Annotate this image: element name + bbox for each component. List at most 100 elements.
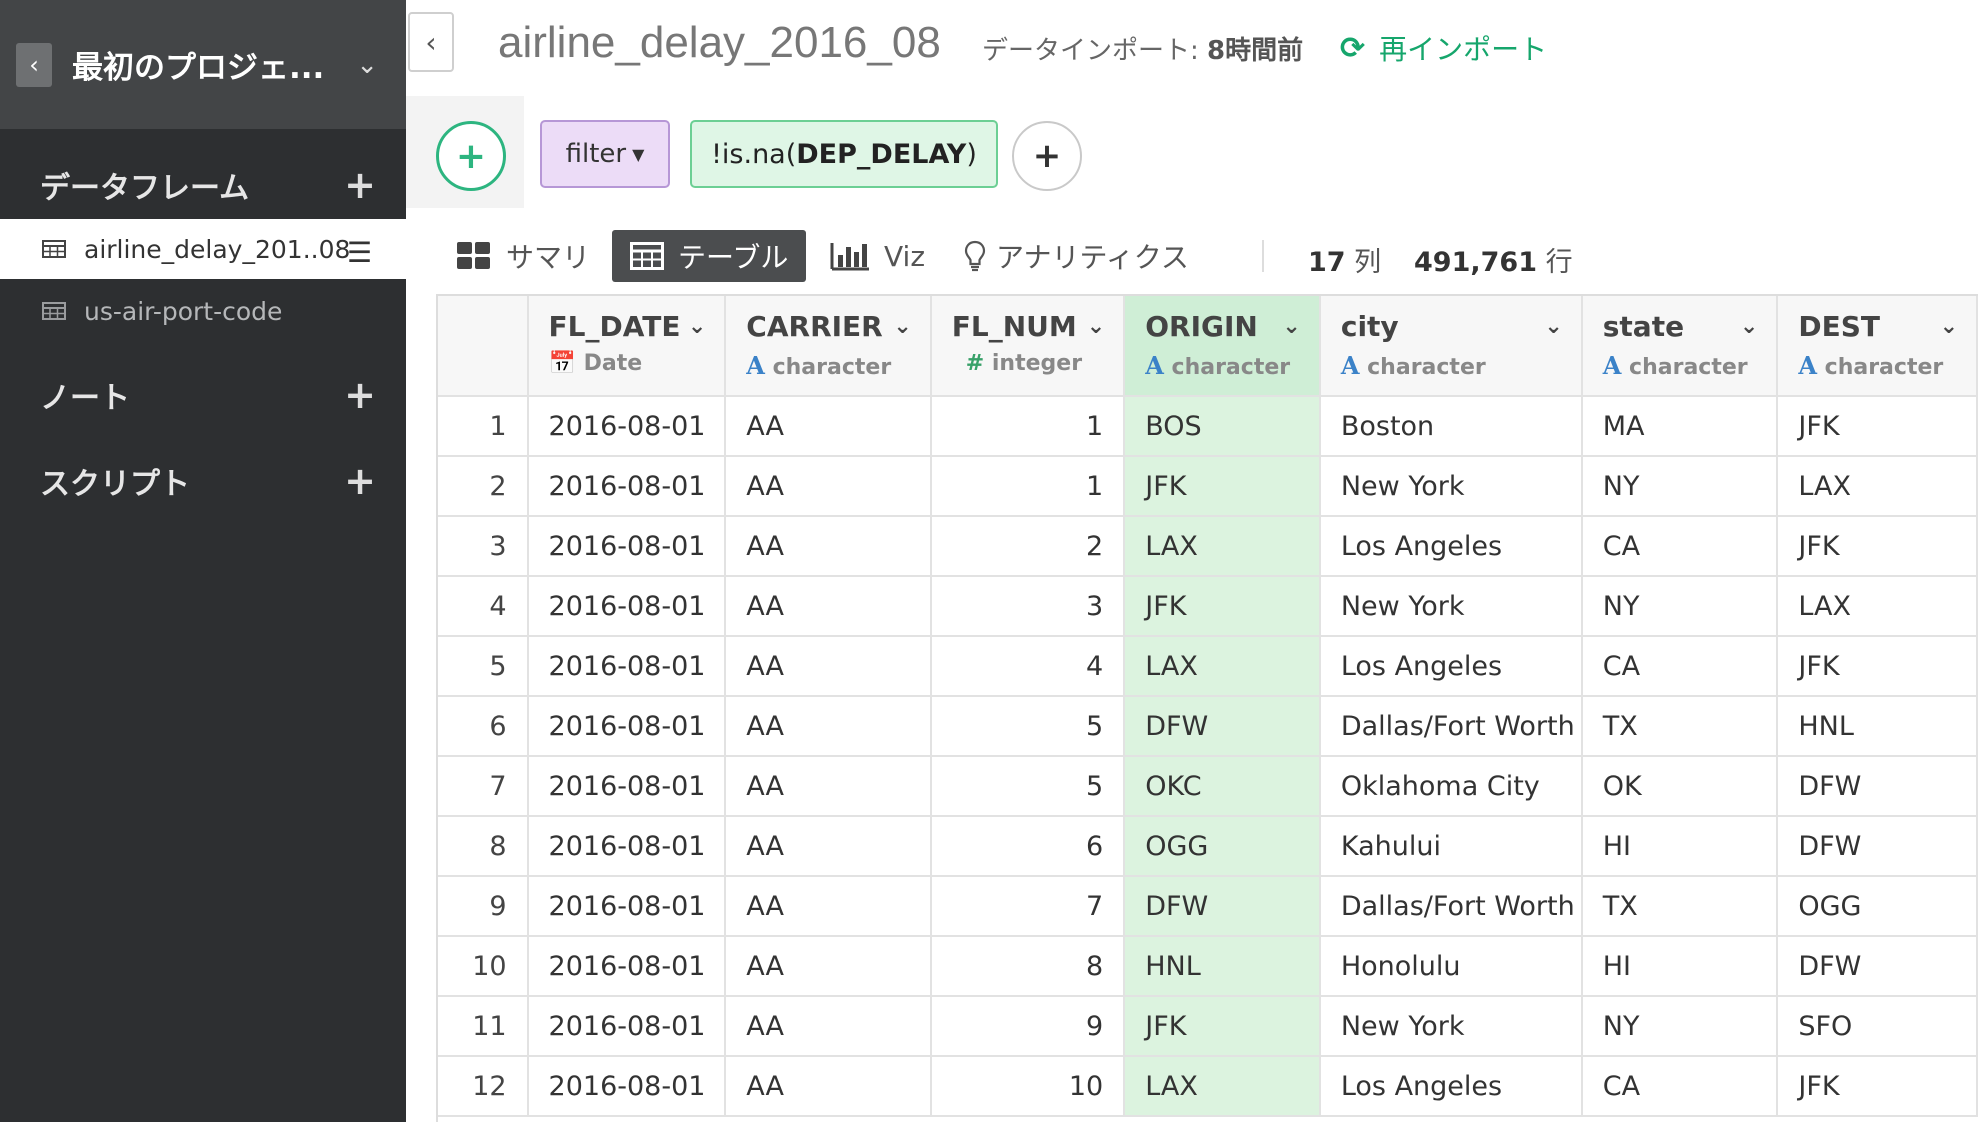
cell-carrier[interactable]: AA <box>725 996 932 1057</box>
cell-city[interactable]: New York <box>1319 996 1583 1057</box>
cell-origin[interactable]: OKC <box>1124 756 1321 817</box>
cell-fl-num[interactable]: 9 <box>930 996 1126 1057</box>
cell-state[interactable]: TX <box>1581 876 1779 937</box>
cell-dest[interactable]: JFK <box>1777 636 1978 697</box>
cell-fl-num[interactable]: 10 <box>930 1056 1126 1117</box>
cell-state[interactable]: CA <box>1581 636 1779 697</box>
cell-origin[interactable]: OGG <box>1124 816 1321 877</box>
cell-carrier[interactable]: AA <box>725 456 932 517</box>
cell-state[interactable]: CA <box>1581 516 1779 577</box>
cell-fl-date[interactable]: 2016-08-01 <box>527 876 727 937</box>
cell-fl-num[interactable]: 4 <box>930 636 1126 697</box>
chevron-down-icon[interactable]: ⌄ <box>893 314 911 339</box>
add-step-button[interactable]: + <box>436 121 506 191</box>
add-note-icon[interactable]: + <box>344 376 376 414</box>
cell-fl-date[interactable]: 2016-08-01 <box>527 696 727 757</box>
cell-city[interactable]: Dallas/Fort Worth <box>1319 876 1583 937</box>
cell-carrier[interactable]: AA <box>725 936 932 997</box>
cell-fl-num[interactable]: 8 <box>930 936 1126 997</box>
filter-expression[interactable]: !is.na(DEP_DELAY) <box>690 120 998 188</box>
cell-carrier[interactable]: AA <box>725 816 932 877</box>
project-title[interactable]: 最初のプロジェ... <box>72 42 356 87</box>
cell-state[interactable]: NY <box>1581 996 1779 1057</box>
chevron-down-icon[interactable]: ⌄ <box>1940 314 1958 339</box>
column-header-city[interactable]: city A character ⌄ <box>1319 296 1583 397</box>
column-header-fl-num[interactable]: FL_NUM # integer ⌄ <box>930 296 1126 397</box>
chevron-down-icon[interactable]: ⌄ <box>1740 314 1758 339</box>
cell-city[interactable]: Kahului <box>1319 816 1583 877</box>
sidebar-item-us-air-port-code[interactable]: us-air-port-code <box>0 281 406 341</box>
cell-origin[interactable]: LAX <box>1124 1056 1321 1117</box>
cell-dest[interactable]: LAX <box>1777 456 1978 517</box>
cell-dest[interactable]: JFK <box>1777 516 1978 577</box>
add-script-icon[interactable]: + <box>344 462 376 500</box>
cell-dest[interactable]: OGG <box>1777 876 1978 937</box>
cell-fl-num[interactable]: 1 <box>930 456 1126 517</box>
chevron-down-icon[interactable]: ⌄ <box>356 50 378 80</box>
cell-city[interactable]: Dallas/Fort Worth <box>1319 696 1583 757</box>
cell-fl-num[interactable]: 1 <box>930 396 1126 457</box>
cell-city[interactable]: Los Angeles <box>1319 636 1583 697</box>
cell-fl-date[interactable]: 2016-08-01 <box>527 936 727 997</box>
cell-origin[interactable]: JFK <box>1124 456 1321 517</box>
chevron-down-icon[interactable]: ⌄ <box>1282 314 1300 339</box>
cell-city[interactable]: Boston <box>1319 396 1583 457</box>
collapse-sidebar-button[interactable]: ‹ <box>408 12 454 72</box>
cell-carrier[interactable]: AA <box>725 1056 932 1117</box>
cell-state[interactable]: TX <box>1581 696 1779 757</box>
tab-summary[interactable]: サマリ <box>456 230 590 282</box>
command-dropdown[interactable]: filter ▼ <box>540 120 670 188</box>
cell-origin[interactable]: DFW <box>1124 876 1321 937</box>
cell-fl-date[interactable]: 2016-08-01 <box>527 1056 727 1117</box>
cell-carrier[interactable]: AA <box>725 636 932 697</box>
cell-city[interactable]: Los Angeles <box>1319 516 1583 577</box>
project-header[interactable]: ‹ 最初のプロジェ... ⌄ <box>0 0 406 129</box>
cell-origin[interactable]: LAX <box>1124 636 1321 697</box>
cell-origin[interactable]: JFK <box>1124 996 1321 1057</box>
tab-table[interactable]: テーブル <box>612 230 807 282</box>
cell-dest[interactable]: HNL <box>1777 696 1978 757</box>
cell-carrier[interactable]: AA <box>725 756 932 817</box>
cell-dest[interactable]: JFK <box>1777 1056 1978 1117</box>
cell-city[interactable]: Oklahoma City <box>1319 756 1583 817</box>
column-header-fl-date[interactable]: FL_DATE 📅 Date ⌄ <box>527 296 727 397</box>
cell-fl-date[interactable]: 2016-08-01 <box>527 396 727 457</box>
cell-fl-num[interactable]: 6 <box>930 816 1126 877</box>
tab-analytics[interactable]: アナリティクス <box>964 230 1189 282</box>
column-header-dest[interactable]: DEST A character ⌄ <box>1777 296 1978 397</box>
add-dataframe-icon[interactable]: + <box>344 166 376 204</box>
cell-fl-num[interactable]: 5 <box>930 756 1126 817</box>
tab-viz[interactable]: Viz <box>830 230 925 282</box>
cell-fl-num[interactable]: 3 <box>930 576 1126 637</box>
cell-city[interactable]: New York <box>1319 576 1583 637</box>
cell-carrier[interactable]: AA <box>725 516 932 577</box>
cell-carrier[interactable]: AA <box>725 876 932 937</box>
cell-origin[interactable]: HNL <box>1124 936 1321 997</box>
cell-carrier[interactable]: AA <box>725 696 932 757</box>
cell-carrier[interactable]: AA <box>725 576 932 637</box>
sidebar-item-airline-delay[interactable]: airline_delay_201..08 ☰ <box>0 219 406 279</box>
cell-state[interactable]: MA <box>1581 396 1779 457</box>
cell-fl-date[interactable]: 2016-08-01 <box>527 516 727 577</box>
cell-fl-num[interactable]: 7 <box>930 876 1126 937</box>
cell-dest[interactable]: LAX <box>1777 576 1978 637</box>
cell-dest[interactable]: JFK <box>1777 396 1978 457</box>
cell-fl-date[interactable]: 2016-08-01 <box>527 576 727 637</box>
cell-state[interactable]: NY <box>1581 456 1779 517</box>
cell-fl-num[interactable]: 5 <box>930 696 1126 757</box>
cell-state[interactable]: HI <box>1581 816 1779 877</box>
cell-city[interactable]: New York <box>1319 456 1583 517</box>
cell-fl-date[interactable]: 2016-08-01 <box>527 816 727 877</box>
cell-city[interactable]: Los Angeles <box>1319 1056 1583 1117</box>
cell-state[interactable]: OK <box>1581 756 1779 817</box>
chevron-down-icon[interactable]: ⌄ <box>1087 314 1105 339</box>
cell-origin[interactable]: LAX <box>1124 516 1321 577</box>
cell-fl-date[interactable]: 2016-08-01 <box>527 756 727 817</box>
cell-origin[interactable]: DFW <box>1124 696 1321 757</box>
back-button[interactable]: ‹ <box>16 42 52 87</box>
hamburger-menu-icon[interactable]: ☰ <box>347 236 372 269</box>
cell-city[interactable]: Honolulu <box>1319 936 1583 997</box>
cell-fl-num[interactable]: 2 <box>930 516 1126 577</box>
cell-fl-date[interactable]: 2016-08-01 <box>527 636 727 697</box>
cell-fl-date[interactable]: 2016-08-01 <box>527 456 727 517</box>
